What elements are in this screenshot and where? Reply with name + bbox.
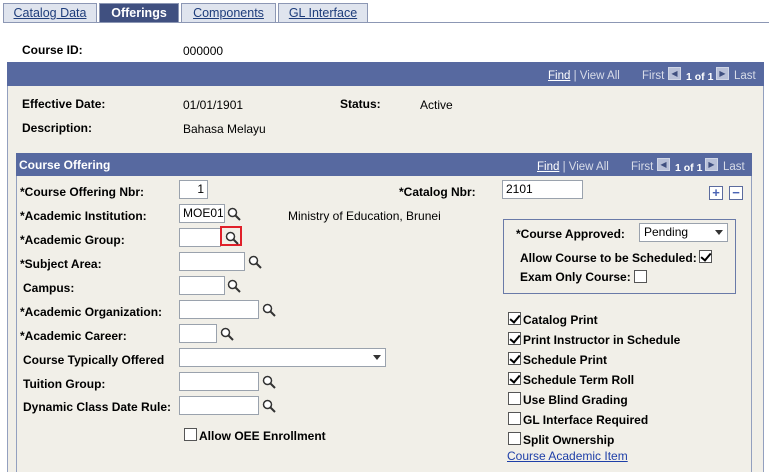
lookup-icon[interactable] xyxy=(227,279,241,293)
lookup-icon[interactable] xyxy=(248,255,262,269)
course-approved-value: Pending xyxy=(644,225,689,239)
subject-area-field[interactable] xyxy=(179,252,245,271)
previous-button[interactable]: ◀ xyxy=(657,158,670,171)
course-id-label: Course ID: xyxy=(22,43,83,57)
typically-offered-select[interactable] xyxy=(179,348,386,367)
academic-organization-label: *Academic Organization: xyxy=(20,305,163,319)
view-all-link[interactable]: View All xyxy=(569,161,609,173)
allow-schedule-label: Allow Course to be Scheduled: xyxy=(520,251,697,265)
chevron-down-icon xyxy=(715,230,723,235)
lookup-icon[interactable] xyxy=(227,207,241,221)
lookup-icon[interactable] xyxy=(262,399,276,413)
course-approved-label: *Course Approved: xyxy=(516,227,625,241)
print-instructor-checkbox[interactable] xyxy=(508,332,521,345)
offering-nbr-field[interactable]: 1 xyxy=(179,180,208,199)
campus-field[interactable] xyxy=(179,276,225,295)
allow-oee-label: Allow OEE Enrollment xyxy=(199,429,326,443)
catalog-print-checkbox[interactable] xyxy=(508,312,521,325)
lookup-icon[interactable] xyxy=(220,327,234,341)
schedule-print-checkbox[interactable] xyxy=(508,352,521,365)
last-label: Last xyxy=(723,161,745,173)
offering-nbr-label: *Course Offering Nbr: xyxy=(20,185,145,199)
next-button[interactable]: ▶ xyxy=(716,67,729,80)
blind-grading-label: Use Blind Grading xyxy=(523,393,628,407)
lookup-icon[interactable] xyxy=(262,303,276,317)
tab-offerings[interactable]: Offerings xyxy=(99,3,179,23)
institution-label: *Academic Institution: xyxy=(20,209,147,223)
first-label: First xyxy=(631,161,654,173)
subject-area-label: *Subject Area: xyxy=(20,257,102,271)
effective-date-label: Effective Date: xyxy=(22,97,106,111)
academic-career-label: *Academic Career: xyxy=(20,329,127,343)
split-ownership-label: Split Ownership xyxy=(523,433,615,447)
row-counter: 1 of 1 xyxy=(675,162,703,174)
status-value: Active xyxy=(420,98,453,112)
gl-interface-label: GL Interface Required xyxy=(523,413,649,427)
last-label: Last xyxy=(734,70,756,82)
academic-group-label: *Academic Group: xyxy=(20,233,125,247)
chevron-down-icon xyxy=(373,355,381,360)
description-value: Bahasa Melayu xyxy=(183,122,266,136)
academic-group-field[interactable] xyxy=(179,228,221,247)
typically-offered-label: Course Typically Offered xyxy=(23,353,165,367)
institution-field[interactable]: MOE01 xyxy=(179,204,225,223)
allow-oee-checkbox[interactable] xyxy=(184,428,197,441)
page-tabs: Catalog Data Offerings Components GL Int… xyxy=(3,3,769,23)
catalog-nbr-label: *Catalog Nbr: xyxy=(399,185,476,199)
tab-catalog-data[interactable]: Catalog Data xyxy=(3,3,97,22)
blind-grading-checkbox[interactable] xyxy=(508,392,521,405)
course-approved-select[interactable]: Pending xyxy=(639,223,728,242)
academic-organization-field[interactable] xyxy=(179,300,259,319)
effective-date-value: 01/01/1901 xyxy=(183,98,244,112)
institution-description: Ministry of Education, Brunei xyxy=(288,209,441,223)
find-link[interactable]: Find xyxy=(537,161,559,173)
offering-nav: Find | View All xyxy=(537,161,609,173)
tuition-group-field[interactable] xyxy=(179,372,259,391)
status-label: Status: xyxy=(340,97,381,111)
find-link[interactable]: Find xyxy=(548,70,570,82)
first-label: First xyxy=(642,70,665,82)
description-label: Description: xyxy=(22,121,93,135)
previous-button[interactable]: ◀ xyxy=(668,67,681,80)
exam-only-label: Exam Only Course: xyxy=(520,270,631,284)
allow-schedule-checkbox[interactable] xyxy=(699,250,712,263)
exam-only-checkbox[interactable] xyxy=(634,270,647,283)
catalog-print-label: Catalog Print xyxy=(523,313,598,327)
print-instructor-label: Print Instructor in Schedule xyxy=(523,333,681,347)
next-button[interactable]: ▶ xyxy=(705,158,718,171)
lookup-icon[interactable] xyxy=(262,375,276,389)
academic-career-field[interactable] xyxy=(179,324,217,343)
campus-label: Campus: xyxy=(23,281,75,295)
dynamic-date-rule-label: Dynamic Class Date Rule: xyxy=(23,400,172,414)
dynamic-date-rule-field[interactable] xyxy=(179,396,259,415)
course-id-value: 000000 xyxy=(183,44,224,58)
delete-row-button[interactable]: − xyxy=(729,186,743,200)
split-ownership-checkbox[interactable] xyxy=(508,432,521,445)
add-row-button[interactable]: + xyxy=(709,186,723,200)
schedule-print-label: Schedule Print xyxy=(523,353,608,367)
schedule-term-roll-checkbox[interactable] xyxy=(508,372,521,385)
view-all-link[interactable]: View All xyxy=(580,70,620,82)
course-offering-title: Course Offering xyxy=(19,158,111,172)
tab-components[interactable]: Components xyxy=(181,3,276,22)
schedule-term-roll-label: Schedule Term Roll xyxy=(523,373,635,387)
row-counter: 1 of 1 xyxy=(686,71,714,83)
course-academic-item-link[interactable]: Course Academic Item xyxy=(507,449,628,463)
lookup-icon[interactable] xyxy=(225,231,239,245)
tab-gl-interface[interactable]: GL Interface xyxy=(278,3,368,22)
effdt-nav: Find | View All xyxy=(548,70,620,82)
gl-interface-checkbox[interactable] xyxy=(508,412,521,425)
tab-divider xyxy=(3,22,769,23)
tuition-group-label: Tuition Group: xyxy=(23,377,106,391)
catalog-nbr-field[interactable]: 2101 xyxy=(502,180,583,199)
